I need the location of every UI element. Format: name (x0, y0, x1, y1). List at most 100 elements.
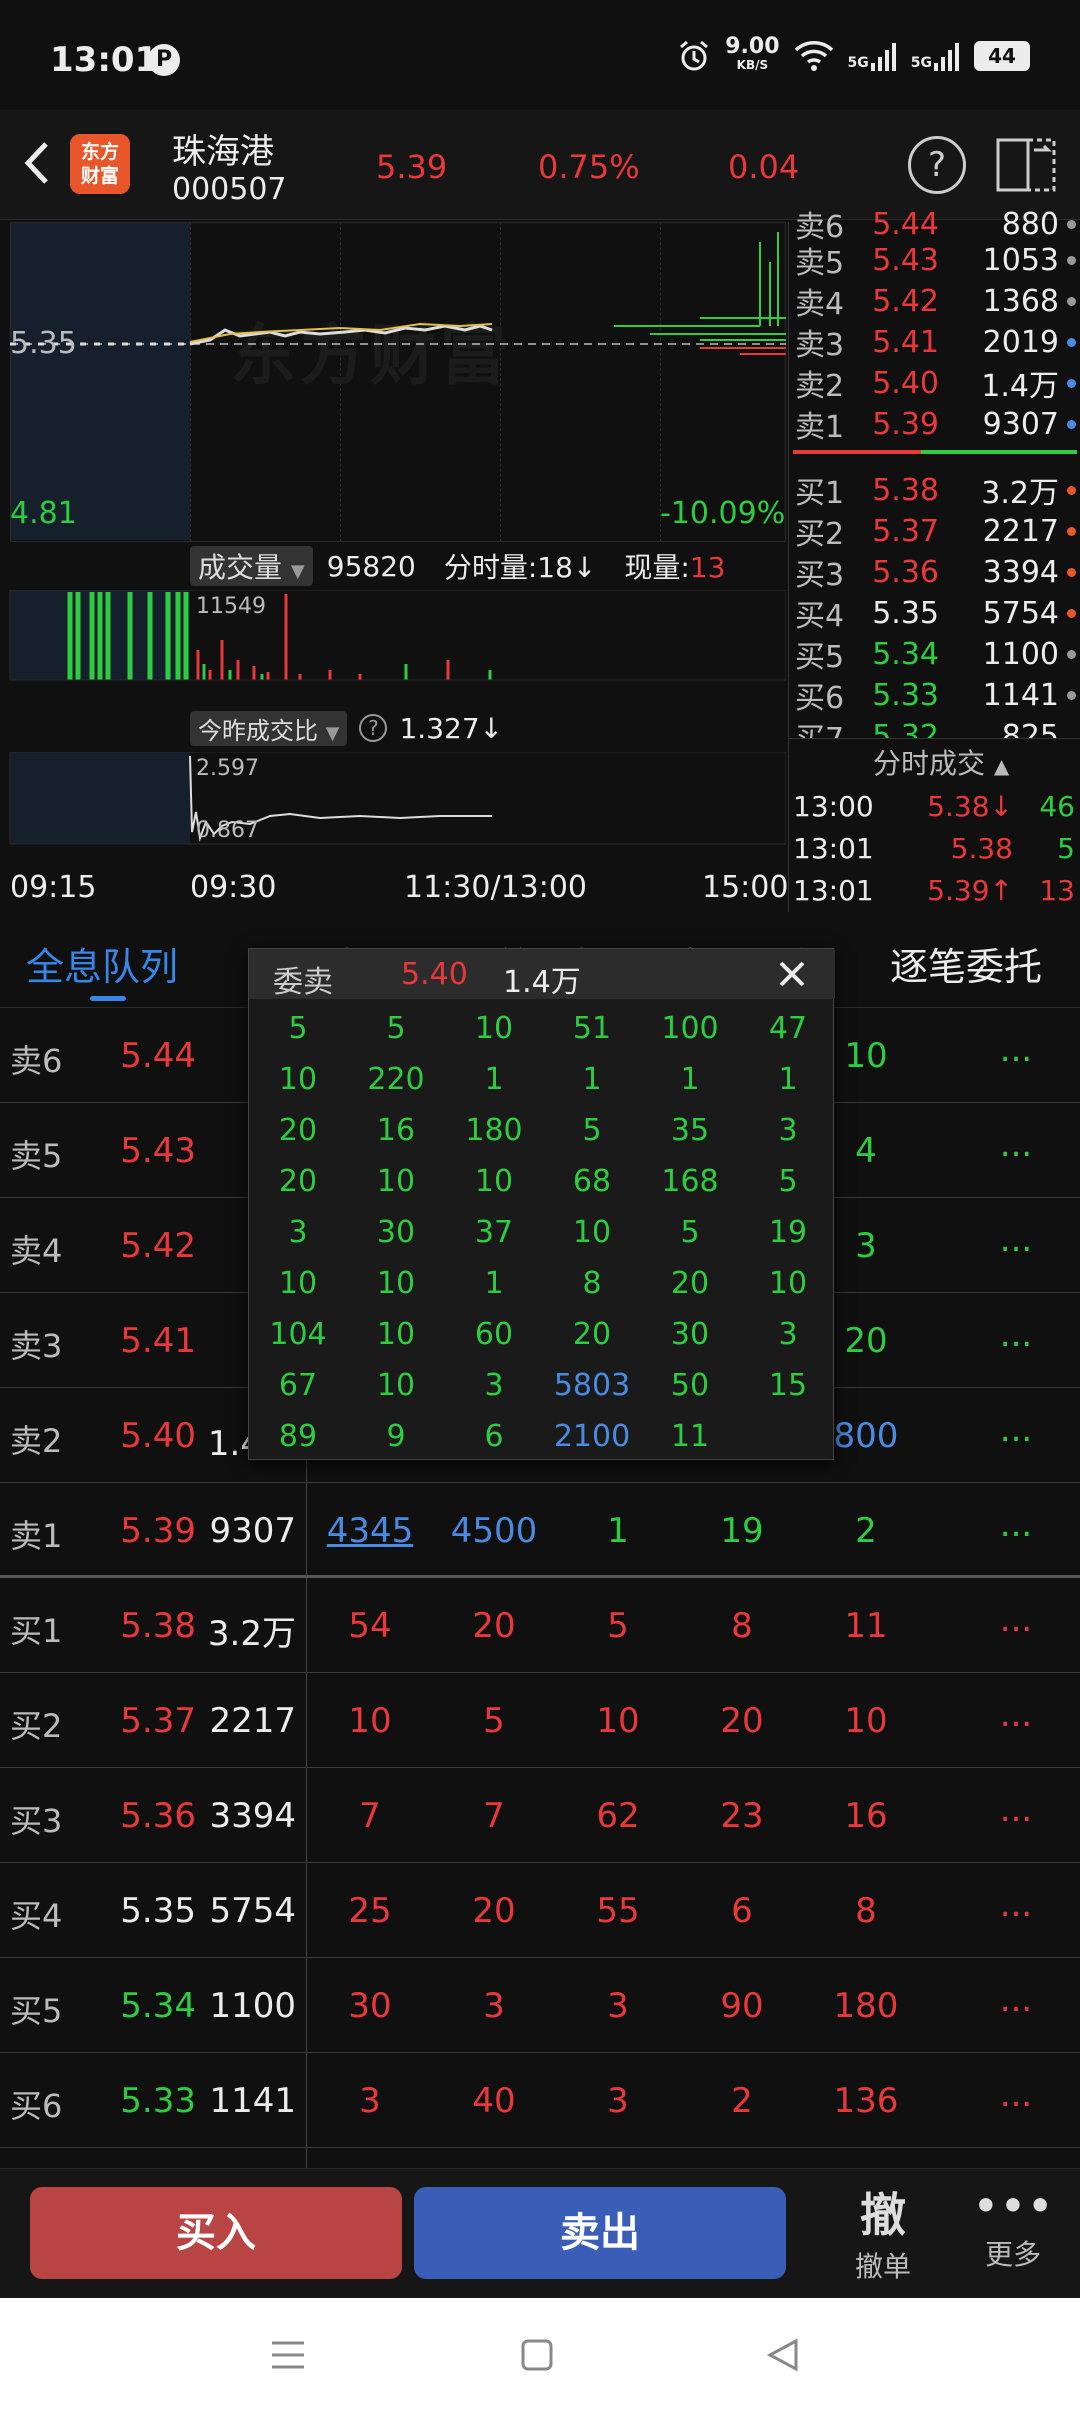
queue-order[interactable]: 3 (434, 1986, 554, 2026)
status-bar: 13:01 P 9.00 KB/S 5G 5G 44 (0, 0, 1080, 110)
queue-order[interactable]: 23 (682, 1796, 802, 1836)
row-more-icon[interactable]: ... (996, 1980, 1036, 2020)
queue-order[interactable]: 54 (310, 1606, 430, 1646)
table-row[interactable]: 买5 5.34 1100 30 3 3 90 180... (0, 1958, 1080, 2053)
row-more-icon[interactable]: ... (996, 1695, 1036, 1735)
queue-order[interactable]: 90 (682, 1986, 802, 2026)
queue-order[interactable]: 62 (558, 1796, 678, 1836)
popup-order-cell: 1 (778, 1062, 798, 1097)
header-change-pct: 0.75% (538, 148, 640, 186)
table-row[interactable]: 买2 5.37 2217 10 5 10 20 10... (0, 1673, 1080, 1768)
split-screen-icon[interactable] (996, 136, 1058, 194)
table-row[interactable]: 买3 5.36 3394 7 7 62 23 16... (0, 1768, 1080, 1863)
queue-order[interactable]: 8 (682, 1606, 802, 1646)
tab-full-queue[interactable]: 全息队列 (26, 936, 178, 991)
popup-order-cell: 16 (376, 1113, 416, 1148)
ratio-dropdown[interactable]: 今昨成交比 ▼ (190, 710, 348, 746)
info-icon[interactable]: ? (359, 714, 388, 742)
ratio-line (9, 752, 786, 845)
table-row[interactable]: 买4 5.35 5754 25 20 55 6 8... (0, 1863, 1080, 1958)
row-more-icon[interactable]: ... (996, 1315, 1036, 1355)
cancel-order-button[interactable]: 撤 撤单 (838, 2179, 928, 2285)
popup-order-cell: 10 (376, 1368, 416, 1403)
popup-order-cell: 51 (572, 1011, 612, 1046)
queue-order[interactable]: 4500 (434, 1511, 554, 1551)
ob-sell-row: 卖5 5.43 1053 (795, 240, 1079, 281)
ticks-title[interactable]: 分时成交 ▲ (873, 742, 1009, 782)
popup-order-cell: 5 (582, 1113, 602, 1148)
row-more-icon[interactable]: ... (996, 1790, 1036, 1830)
queue-order[interactable]: 5 (558, 1606, 678, 1646)
queue-order[interactable]: 6 (682, 1891, 802, 1931)
popup-order-cell: 1 (582, 1062, 602, 1097)
close-icon[interactable] (775, 957, 809, 991)
row-more-icon[interactable]: ... (996, 1885, 1036, 1925)
volume-dropdown[interactable]: 成交量 ▼ (190, 546, 313, 586)
home-icon[interactable] (520, 2338, 554, 2372)
queue-order[interactable]: 8 (806, 1891, 926, 1931)
order-book-panel[interactable]: 卖6 5.44 880 卖5 5.43 1053 卖4 5.42 1368 卖3 5.41 20… (788, 207, 1080, 912)
queue-order[interactable]: 2 (682, 2081, 802, 2121)
ob-sell-row: 卖4 5.42 1368 (795, 281, 1079, 322)
system-nav-bar (0, 2298, 1080, 2412)
volume-total: 95820 (326, 549, 416, 583)
table-row[interactable]: 卖1 5.39 9307 4345 4500 1 19 2... (0, 1483, 1080, 1578)
queue-order[interactable]: 3 (558, 1986, 678, 2026)
buy-button[interactable]: 买入 (30, 2187, 402, 2279)
popup-order-cell: 50 (670, 1368, 710, 1403)
popup-order-cell: 5 (386, 1011, 406, 1046)
sell-button[interactable]: 卖出 (414, 2187, 786, 2279)
intraday-chart[interactable]: 东方财富 5.35 4.81 -10.09% 成交量 ▼ 95820 分时量:1… (0, 222, 788, 912)
queue-order[interactable]: 20 (682, 1701, 802, 1741)
tab-tick-orders[interactable]: 逐笔委托 (890, 936, 1042, 991)
queue-order[interactable]: 3 (558, 2081, 678, 2121)
back-arrow-icon[interactable] (18, 138, 58, 188)
row-price: 5.40 (120, 1416, 196, 1456)
queue-order[interactable]: 7 (310, 1796, 430, 1836)
back-nav-icon[interactable] (766, 2338, 800, 2372)
more-button[interactable]: ••• 更多 (968, 2179, 1058, 2273)
time-label: 09:15 (10, 870, 97, 905)
popup-order-cell: 8 (582, 1266, 602, 1301)
help-icon[interactable]: ? (908, 136, 966, 194)
row-more-icon[interactable]: ... (996, 1030, 1036, 1070)
popup-order-cell: 10 (572, 1215, 612, 1250)
queue-order[interactable]: 2 (806, 1511, 926, 1551)
queue-order[interactable]: 20 (434, 1891, 554, 1931)
queue-order[interactable]: 136 (806, 2081, 926, 2121)
stock-name[interactable]: 珠海港 (172, 124, 274, 173)
queue-order[interactable]: 180 (806, 1986, 926, 2026)
popup-order-cell: 30 (670, 1317, 710, 1352)
table-row[interactable]: 买6 5.33 1141 3 40 3 2 136... (0, 2053, 1080, 2148)
table-row[interactable]: 买1 5.38 3.2万 54 20 5 8 11... (0, 1578, 1080, 1673)
queue-order[interactable]: 3 (310, 2081, 430, 2121)
queue-order[interactable]: 20 (434, 1606, 554, 1646)
queue-order[interactable]: 16 (806, 1796, 926, 1836)
row-more-icon[interactable]: ... (996, 1125, 1036, 1165)
queue-order[interactable]: 10 (310, 1701, 430, 1741)
queue-order[interactable]: 25 (310, 1891, 430, 1931)
row-price: 5.36 (120, 1796, 196, 1836)
queue-order[interactable]: 40 (434, 2081, 554, 2121)
ob-buy-row: 买3 5.36 3394 (795, 552, 1079, 593)
row-label: 买6 (10, 2087, 63, 2125)
recent-apps-icon[interactable] (270, 2340, 306, 2370)
queue-order[interactable]: 1 (558, 1511, 678, 1551)
queue-order[interactable]: 10 (806, 1701, 926, 1741)
queue-order[interactable]: 4345 (310, 1511, 430, 1551)
queue-order[interactable]: 11 (806, 1606, 926, 1646)
row-more-icon[interactable]: ... (996, 1220, 1036, 1260)
row-more-icon[interactable]: ... (996, 2075, 1036, 2115)
popup-order-cell: 37 (474, 1215, 514, 1250)
row-price: 5.39 (120, 1511, 196, 1551)
row-more-icon[interactable]: ... (996, 1505, 1036, 1545)
queue-order[interactable]: 10 (558, 1701, 678, 1741)
queue-order[interactable]: 5 (434, 1701, 554, 1741)
row-more-icon[interactable]: ... (996, 1410, 1036, 1450)
queue-order[interactable]: 55 (558, 1891, 678, 1931)
row-more-icon[interactable]: ... (996, 1600, 1036, 1640)
queue-order[interactable]: 19 (682, 1511, 802, 1551)
low-pct-label: -10.09% (660, 496, 786, 531)
queue-order[interactable]: 7 (434, 1796, 554, 1836)
queue-order[interactable]: 30 (310, 1986, 430, 2026)
